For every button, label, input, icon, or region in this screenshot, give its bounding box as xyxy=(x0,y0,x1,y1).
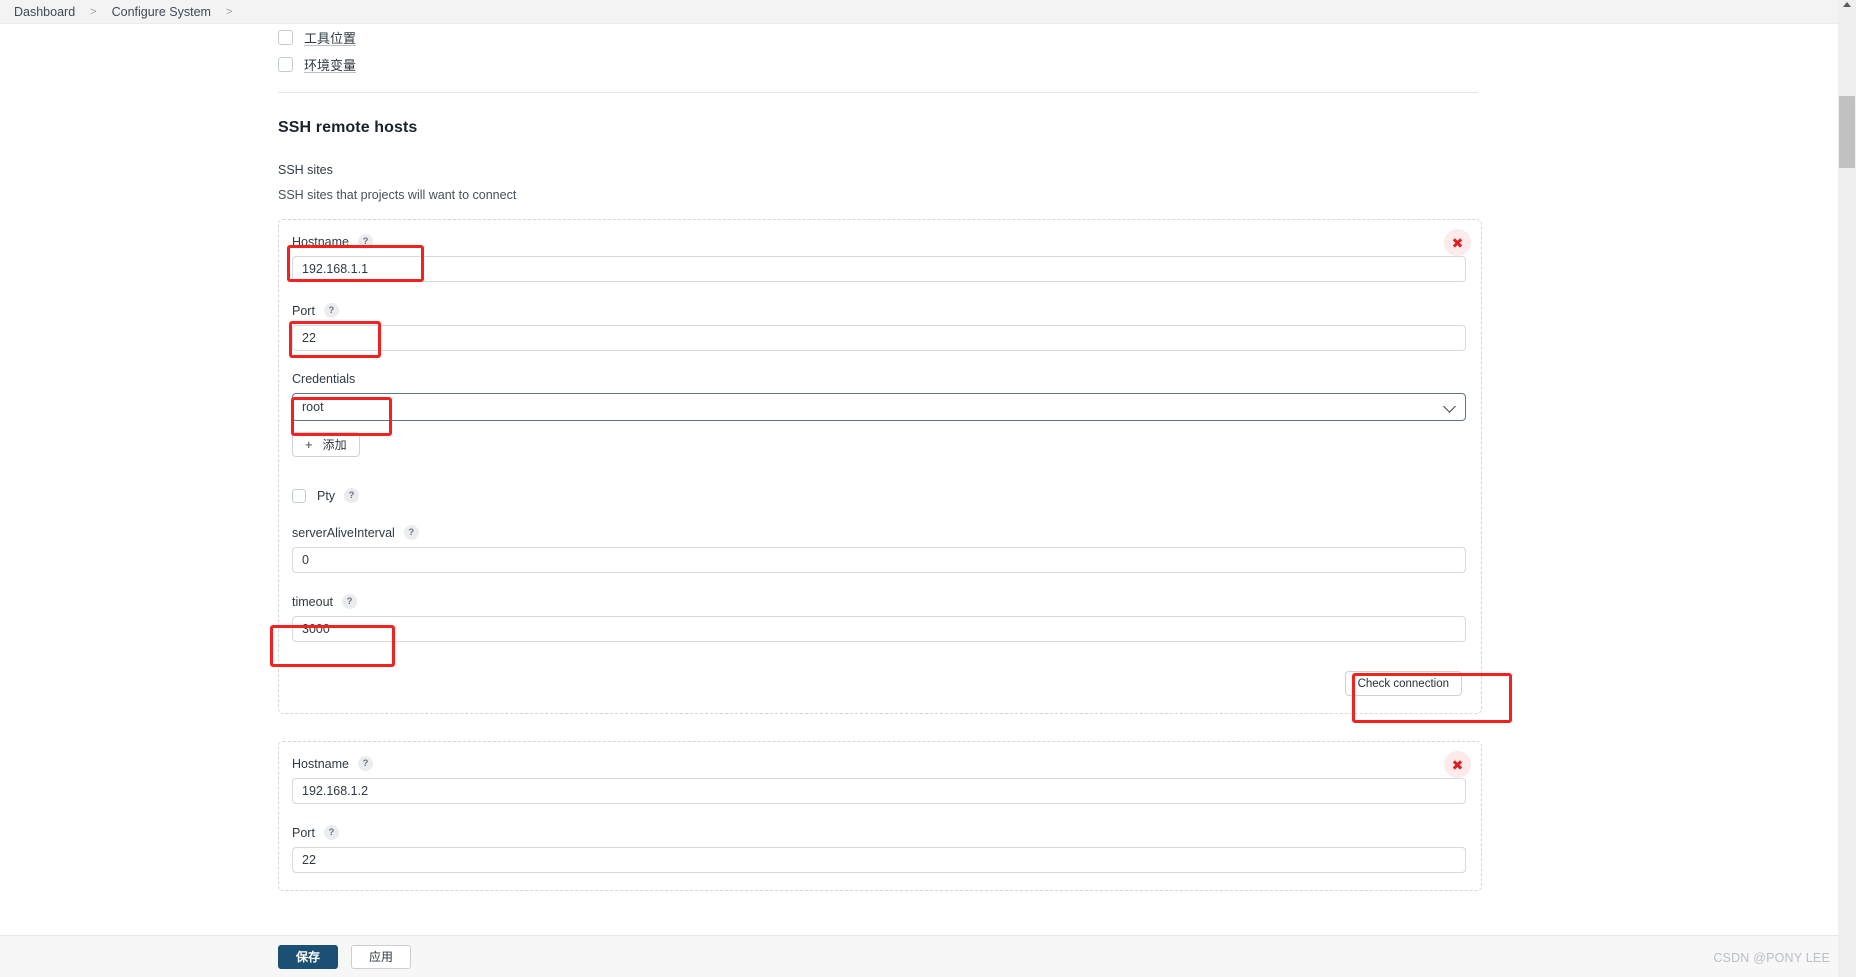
ssh-site-card: ✖ Hostname ? Port ? xyxy=(278,741,1482,891)
content-clip-mask xyxy=(0,919,1838,935)
credentials-select-wrapper xyxy=(292,393,1466,421)
section-divider xyxy=(278,92,1478,93)
apply-button[interactable]: 应用 xyxy=(351,944,412,969)
page-root: Dashboard > Configure System > 工具位置 环境变量… xyxy=(0,0,1856,977)
credentials-label: Credentials xyxy=(292,372,1468,386)
help-icon[interactable]: ? xyxy=(357,756,373,771)
port-label: Port ? xyxy=(292,825,1468,840)
server-alive-interval-label: serverAliveInterval ? xyxy=(292,525,1468,540)
timeout-input[interactable] xyxy=(292,616,1466,642)
ssh-sites-description: SSH sites that projects will want to con… xyxy=(278,188,517,202)
help-icon[interactable]: ? xyxy=(323,825,339,840)
server-alive-interval-label-text: serverAliveInterval xyxy=(292,525,395,540)
port-label-text: Port xyxy=(292,825,315,840)
ssh-site-card: ✖ Hostname ? Port ? Credentials + 添加 xyxy=(278,219,1482,714)
breadcrumb-item-configure-system[interactable]: Configure System xyxy=(110,5,213,19)
scrollbar-thumb[interactable] xyxy=(1839,96,1855,168)
delete-site-icon[interactable]: ✖ xyxy=(1444,229,1471,256)
hostname-label: Hostname ? xyxy=(292,756,1468,771)
help-icon[interactable]: ? xyxy=(403,525,419,540)
pty-row[interactable]: Pty ? xyxy=(292,488,1468,503)
port-label-text: Port xyxy=(292,303,315,318)
port-label: Port ? xyxy=(292,303,1468,318)
help-icon[interactable]: ? xyxy=(357,234,373,249)
breadcrumb: Dashboard > Configure System > xyxy=(0,0,1838,24)
vertical-scrollbar[interactable] xyxy=(1838,0,1856,977)
help-icon[interactable]: ? xyxy=(323,303,339,318)
port-input[interactable] xyxy=(292,847,1466,873)
timeout-label: timeout ? xyxy=(292,594,1468,609)
save-button[interactable]: 保存 xyxy=(278,944,339,969)
action-bar: 保存 应用 xyxy=(0,935,1838,977)
breadcrumb-separator-icon: > xyxy=(90,5,97,18)
checkbox-tool-locations[interactable] xyxy=(278,30,293,45)
plus-icon: + xyxy=(305,437,313,452)
pty-label: Pty xyxy=(317,488,336,503)
checkbox-pty[interactable] xyxy=(292,488,306,503)
checkbox-label-env-variables[interactable]: 环境变量 xyxy=(304,55,356,74)
hostname-label-text: Hostname xyxy=(292,234,349,249)
hostname-input[interactable] xyxy=(292,778,1466,804)
help-icon[interactable]: ? xyxy=(342,594,357,609)
credentials-label-text: Credentials xyxy=(292,372,356,386)
timeout-label-text: timeout xyxy=(292,594,333,609)
watermark: CSDN @PONY LEE xyxy=(1713,951,1830,965)
breadcrumb-separator-icon-2: > xyxy=(225,5,233,18)
credentials-select[interactable] xyxy=(292,393,1466,421)
server-alive-interval-input[interactable] xyxy=(292,547,1466,573)
delete-site-icon[interactable]: ✖ xyxy=(1444,751,1471,778)
hostname-input[interactable] xyxy=(292,256,1466,282)
page-title: SSH remote hosts xyxy=(278,119,418,136)
hostname-label: Hostname ? xyxy=(292,234,1468,249)
checkbox-row-tool-locations[interactable]: 工具位置 xyxy=(278,24,1838,51)
scroll-up-arrow-icon[interactable] xyxy=(1843,2,1851,7)
hostname-label-text: Hostname xyxy=(292,756,349,771)
main-content: 工具位置 环境变量 SSH remote hosts SSH sites SSH… xyxy=(0,24,1838,891)
checkbox-row-env-variables[interactable]: 环境变量 xyxy=(278,51,1838,78)
checkbox-env-variables[interactable] xyxy=(278,57,293,72)
breadcrumb-item-dashboard[interactable]: Dashboard xyxy=(12,5,77,19)
ssh-sites-label: SSH sites xyxy=(278,163,333,177)
help-icon[interactable]: ? xyxy=(344,488,360,503)
port-input[interactable] xyxy=(292,325,1466,351)
checkbox-label-tool-locations[interactable]: 工具位置 xyxy=(304,28,356,47)
check-connection-row: Check connection xyxy=(292,671,1468,696)
add-credential-label: 添加 xyxy=(322,438,347,452)
check-connection-button[interactable]: Check connection xyxy=(1344,671,1462,696)
add-credential-button[interactable]: + 添加 xyxy=(292,432,360,457)
